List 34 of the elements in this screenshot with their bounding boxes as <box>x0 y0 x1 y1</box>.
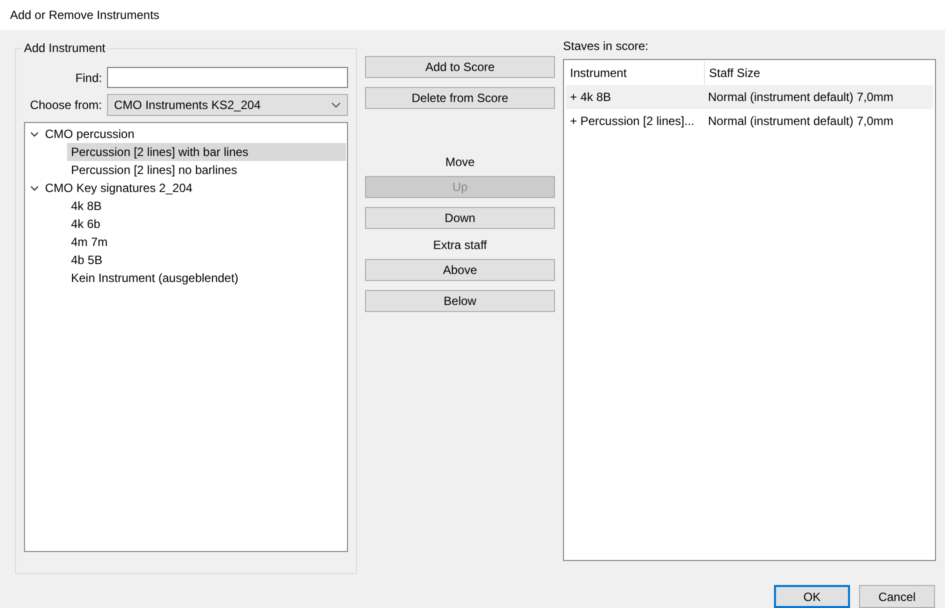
action-button[interactable]: Add to Score <box>365 56 555 78</box>
staff-row[interactable]: + 4k 8B Normal (instrument default) 7,0mm <box>566 85 933 109</box>
column-header[interactable]: Instrument <box>566 61 704 85</box>
section-label: Move <box>444 155 476 169</box>
staves-label: Staves in score: <box>563 39 650 53</box>
tree-item[interactable]: 4k 8B <box>67 197 346 215</box>
find-label: Find: <box>74 70 102 84</box>
window-title: Add or Remove Instruments <box>10 8 160 22</box>
action-button[interactable]: Below <box>365 290 555 312</box>
group-title: Add Instrument <box>22 41 108 55</box>
action-button[interactable]: Above <box>365 259 555 281</box>
table-cell-text: + Percussion [2 lines]... <box>569 114 696 128</box>
choose-from-dropdown[interactable]: CMO Instruments KS2_204 <box>107 94 348 116</box>
choose-from-label: Choose from: <box>28 98 102 112</box>
section-label: Extra staff <box>432 238 488 252</box>
tree-group[interactable]: CMO percussion <box>45 127 134 141</box>
chevron-icon[interactable] <box>30 130 39 138</box>
dialog-button[interactable]: Cancel <box>859 585 935 608</box>
action-button[interactable]: Delete from Score <box>365 87 555 109</box>
tree-item[interactable]: Percussion [2 lines] no barlines <box>67 161 346 179</box>
table-cell-text: Normal (instrument default) 7,0mm <box>707 90 894 104</box>
action-button[interactable]: Down <box>365 207 555 229</box>
tree-item[interactable]: Kein Instrument (ausgeblendet) <box>67 269 346 287</box>
chevron-icon[interactable] <box>30 184 39 192</box>
tree-item[interactable]: 4m 7m <box>67 233 346 251</box>
tree-group[interactable]: CMO Key signatures 2_204 <box>45 181 192 195</box>
table-cell-text: + 4k 8B <box>569 90 612 104</box>
find-field[interactable] <box>107 67 348 88</box>
tree-item[interactable]: 4b 5B <box>67 251 346 269</box>
table-cell-text: Normal (instrument default) 7,0mm <box>707 114 894 128</box>
dialog-button[interactable]: OK <box>774 585 850 608</box>
dropdown-caret-icon <box>331 102 341 108</box>
tree-item[interactable]: 4k 6b <box>67 215 346 233</box>
tree-item[interactable]: Percussion [2 lines] with bar lines <box>67 143 346 161</box>
